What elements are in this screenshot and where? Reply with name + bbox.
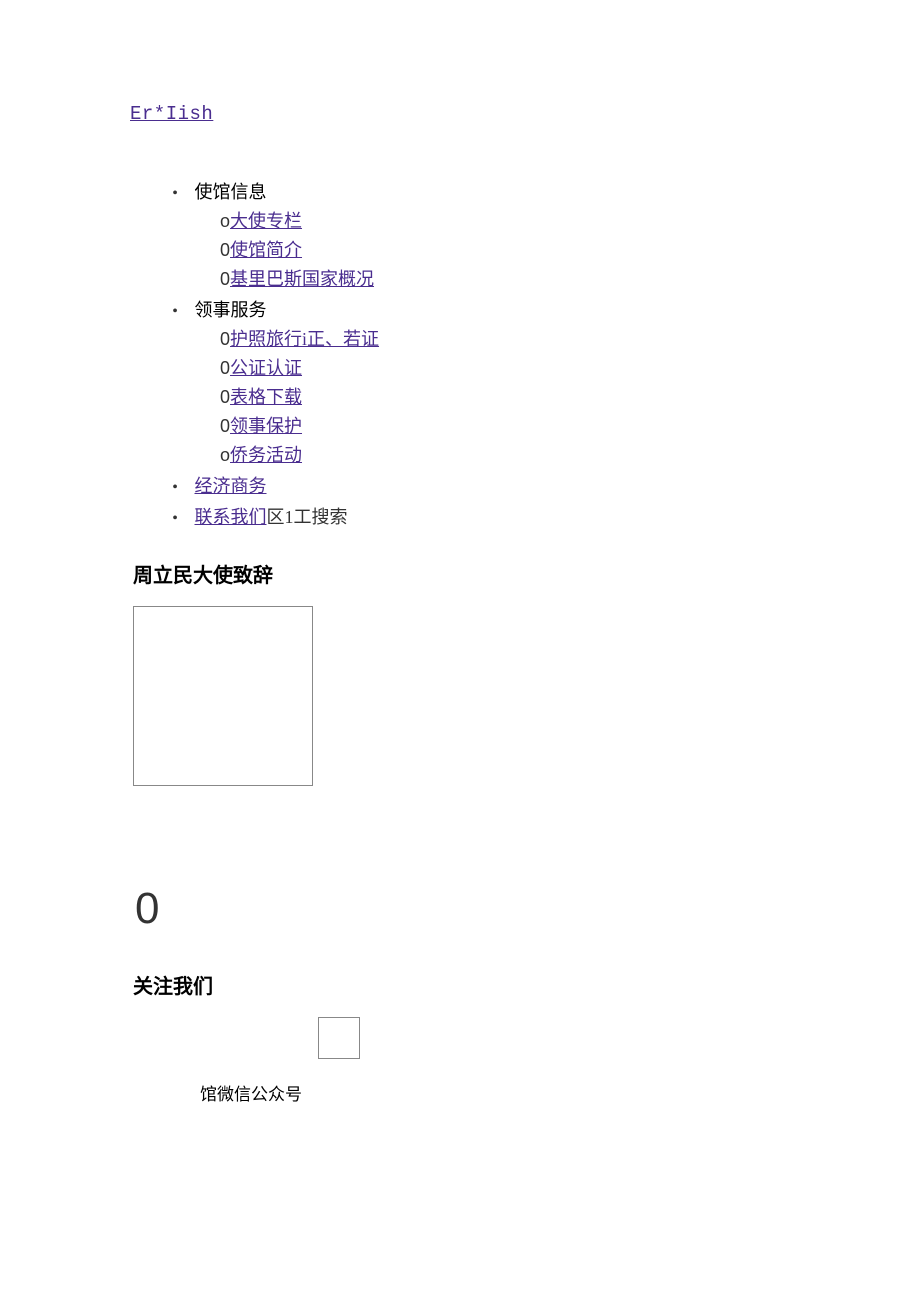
extra-text: 区1工搜索 xyxy=(267,507,348,527)
nav-item-consular: 领事服务 0护照旅行i正、若证 0公证认证 0表格下载 0领事保护 o侨务活动 xyxy=(160,297,790,469)
list-marker: 0 xyxy=(220,326,230,353)
sub-item: 0基里巴斯国家概况 xyxy=(220,266,790,293)
link-passport[interactable]: 护照旅行i正、若证 xyxy=(230,329,379,349)
list-marker: 0 xyxy=(220,237,230,264)
section-follow-us: 关注我们 xyxy=(133,972,790,1002)
qr-caption: 馆微信公众号 xyxy=(200,1082,790,1108)
nav-item-embassy: 使馆信息 o大使专栏 0使馆简介 0基里巴斯国家概况 xyxy=(160,179,790,293)
sub-nav-consular: 0护照旅行i正、若证 0公证认证 0表格下载 0领事保护 o侨务活动 xyxy=(160,326,790,469)
zero-glyph: 0 xyxy=(135,876,790,942)
link-protection[interactable]: 领事保护 xyxy=(230,416,302,436)
list-marker: 0 xyxy=(220,413,230,440)
link-economy[interactable]: 经济商务 xyxy=(195,476,267,496)
sub-item: o大使专栏 xyxy=(220,208,790,235)
nav-item-economy: 经济商务 xyxy=(160,473,790,500)
link-notary[interactable]: 公证认证 xyxy=(230,358,302,378)
sub-nav-embassy: o大使专栏 0使馆简介 0基里巴斯国家概况 xyxy=(160,208,790,293)
list-marker: 0 xyxy=(220,266,230,293)
ambassador-image-placeholder xyxy=(133,606,313,786)
sub-item: o侨务活动 xyxy=(220,442,790,469)
list-marker: o xyxy=(220,442,230,469)
link-forms[interactable]: 表格下载 xyxy=(230,387,302,407)
nav-label: 领事服务 xyxy=(195,300,267,320)
list-marker: 0 xyxy=(220,355,230,382)
link-ambassador[interactable]: 大使专栏 xyxy=(230,211,302,231)
nav-item-contact: 联系我们区1工搜索 xyxy=(160,504,790,531)
sub-item: 0护照旅行i正、若证 xyxy=(220,326,790,353)
qr-image-placeholder xyxy=(318,1017,360,1059)
link-overseas[interactable]: 侨务活动 xyxy=(230,445,302,465)
main-nav: 使馆信息 o大使专栏 0使馆简介 0基里巴斯国家概况 领事服务 0护照旅行i正、… xyxy=(130,179,790,531)
sub-item: 0公证认证 xyxy=(220,355,790,382)
nav-label: 使馆信息 xyxy=(195,182,267,202)
sub-item: 0使馆简介 xyxy=(220,237,790,264)
link-kiribati[interactable]: 基里巴斯国家概况 xyxy=(230,269,374,289)
sub-item: 0表格下载 xyxy=(220,384,790,411)
sub-item: 0领事保护 xyxy=(220,413,790,440)
qr-wrap xyxy=(130,1017,360,1067)
section-ambassador-speech: 周立民大使致辞 xyxy=(133,561,790,591)
english-link[interactable]: Er*Iish xyxy=(130,103,213,125)
link-intro[interactable]: 使馆简介 xyxy=(230,240,302,260)
link-contact[interactable]: 联系我们 xyxy=(195,507,267,527)
list-marker: o xyxy=(220,208,230,235)
list-marker: 0 xyxy=(220,384,230,411)
